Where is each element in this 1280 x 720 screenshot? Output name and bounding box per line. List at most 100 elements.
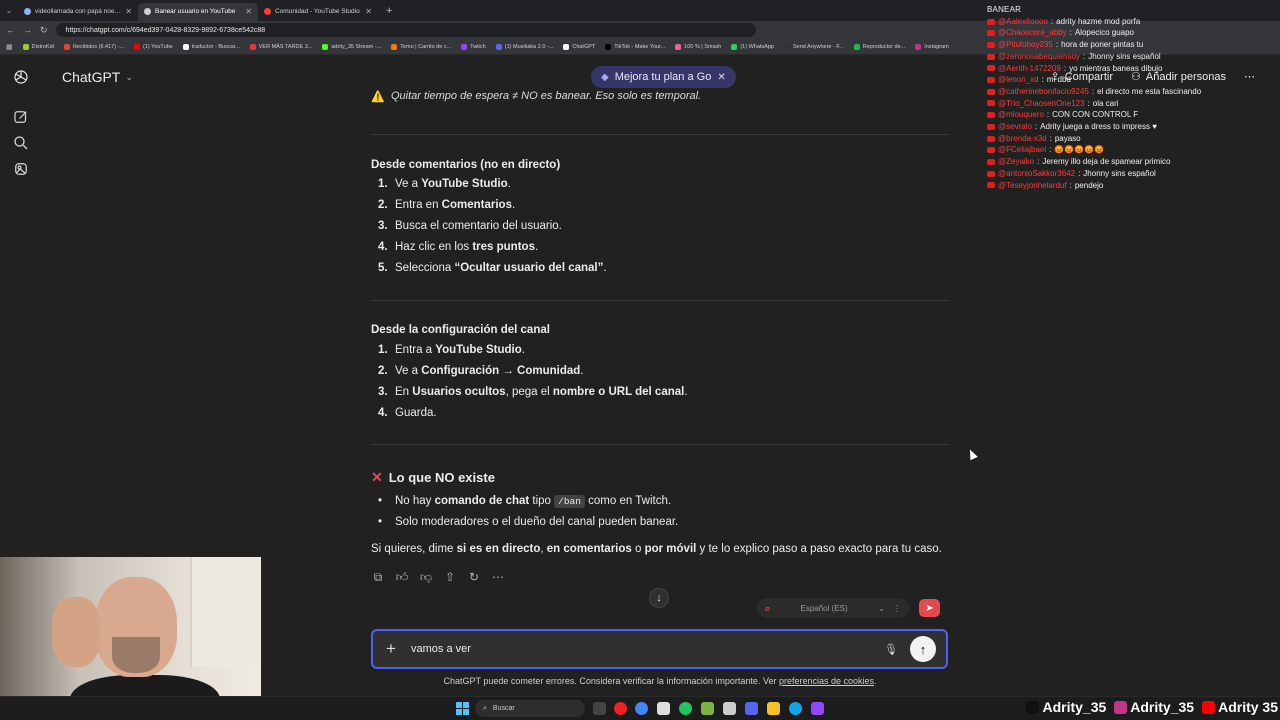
bookmark-item[interactable]: 100 % | Smash [675, 43, 722, 50]
bookmark-item[interactable]: Twitch [461, 43, 486, 50]
close-icon[interactable]: ✕ [717, 72, 725, 83]
close-icon[interactable]: ✕ [245, 7, 252, 16]
chat-message: @FCeliajbael: 😡😡😡😡😡 [987, 144, 1280, 156]
bookmark-favicon-icon [322, 43, 329, 50]
browser-tab[interactable]: videollamada con papá noel - Bus ✕ [18, 3, 138, 21]
bookmark-favicon-icon [461, 43, 468, 50]
folder-icon[interactable] [767, 702, 780, 715]
bookmark-item[interactable]: TikTok - Make Your... [605, 43, 665, 50]
bookmark-label: (1) Musikaka 2.0 -... [504, 43, 554, 50]
model-selector[interactable]: ChatGPT ⌄ [62, 69, 133, 85]
translate-send-button[interactable]: ➤ [919, 599, 940, 617]
bookmark-favicon-icon [675, 43, 682, 50]
close-icon[interactable]: ✕ [365, 7, 372, 16]
forward-icon[interactable]: → [23, 25, 32, 35]
bookmark-favicon-icon [915, 43, 922, 50]
chat-username: @lenon_xd [998, 75, 1039, 85]
opera-icon[interactable] [614, 702, 627, 715]
edge-icon[interactable] [789, 702, 802, 715]
app-icon[interactable] [701, 702, 714, 715]
bookmark-item[interactable]: Send Anywhere - F... [783, 43, 844, 50]
browser-tab[interactable]: Comunidad - YouTube Studio ✕ [258, 3, 378, 21]
bookmark-label: adrity_35 Stream -... [331, 43, 382, 50]
bookmark-item[interactable]: adrity_35 Stream -... [322, 43, 382, 50]
bookmark-item[interactable]: Recibidos (6.417) -... [63, 43, 124, 50]
regenerate-icon[interactable]: ↻ [467, 570, 481, 585]
list-number: 5. [378, 262, 388, 274]
browser-tab[interactable]: Banear usuario en YouTube ✕ [138, 2, 258, 21]
scroll-down-button[interactable]: ↓ [649, 588, 669, 608]
reload-icon[interactable]: ↻ [40, 25, 48, 36]
bookmark-label: 100 % | Smash [684, 43, 722, 50]
message-input[interactable]: vamos a ver [411, 643, 872, 655]
list-text-bold: Configuración → Comunidad [421, 365, 581, 377]
social-label: Adrity 35 [1218, 699, 1278, 715]
microphone-icon[interactable]: 🎙︎ [884, 643, 898, 656]
bookmark-item[interactable]: traductor - Buscar... [182, 43, 240, 50]
bookmark-label: VER MÁS TARDE 3... [258, 43, 313, 50]
bookmark-item[interactable]: VER MÁS TARDE 3... [249, 43, 313, 50]
app-icon[interactable] [811, 702, 824, 715]
openai-logo-icon[interactable] [12, 68, 30, 86]
app-icon[interactable] [679, 702, 692, 715]
chat-separator: : [1087, 98, 1090, 108]
chat-separator: : [1063, 63, 1067, 73]
bookmark-item[interactable]: Reproductor de... [853, 43, 905, 50]
more-icon[interactable]: ⋯ [491, 570, 505, 585]
youtube-icon [987, 135, 995, 142]
app-icon[interactable] [723, 702, 736, 715]
thumbs-up-icon[interactable]: 👍︎ [395, 570, 409, 585]
new-tab-button[interactable]: + [378, 5, 400, 17]
more-icon[interactable]: ⋮ [893, 604, 901, 613]
share-icon[interactable]: ⇧ [443, 570, 457, 585]
copy-icon[interactable]: ⧉ [371, 570, 385, 585]
bookmark-item[interactable]: Instagram [915, 43, 949, 50]
upgrade-banner[interactable]: ◆ Mejora tu plan a Go ✕ [591, 66, 736, 88]
mic-off-icon[interactable]: ⌀ [765, 604, 770, 613]
chat-message: @brenda-x3d: payaso [987, 133, 1280, 145]
tab-title: Comunidad - YouTube Studio [275, 8, 360, 15]
list-text-bold: Usuarios ocultos [412, 386, 506, 398]
plus-icon[interactable]: + [383, 639, 399, 659]
composer: + vamos a ver 🎙︎ ↑ [371, 629, 948, 669]
task-view-icon[interactable] [593, 702, 606, 715]
tabs: videollamada con papá noel - Bus✕Banear … [18, 1, 378, 21]
chat-username: @Trio_ChaosenOne123 [998, 98, 1085, 108]
list-item: 3. En Usuarios ocultos, pega el nombre o … [378, 386, 688, 398]
search-icon[interactable] [12, 134, 30, 152]
list-item: 1. Ve a YouTube Studio. [378, 178, 511, 190]
close-icon[interactable]: ✕ [125, 7, 132, 16]
language-select[interactable]: Español (ES) [778, 604, 870, 613]
tab-search-icon[interactable]: ⌄ [0, 6, 18, 15]
list-number: 2. [378, 199, 388, 211]
list-text: . [603, 262, 607, 274]
bookmark-item[interactable]: (1) YouTube [134, 43, 173, 50]
cookie-preferences-link[interactable]: preferencias de cookies [779, 676, 874, 686]
bookmark-item[interactable]: DistroKid [22, 43, 54, 50]
list-text-bold: YouTube Studio [421, 178, 508, 190]
chat-text: payaso [1054, 133, 1081, 143]
translate-widget[interactable]: ⌀ Español (ES) ⌄ ⋮ [757, 598, 909, 618]
youtube-icon [987, 53, 995, 60]
bookmark-item[interactable]: (1) WhatsApp [731, 43, 774, 50]
discord-icon[interactable] [745, 702, 758, 715]
list-text: Guarda. [395, 407, 437, 419]
bookmark-item[interactable]: ChatGPT [563, 43, 595, 50]
taskbar-search-label: Buscar [492, 705, 515, 712]
chat-text: el directo me esta fascinando [1097, 86, 1202, 96]
apps-icon[interactable]: ▦ [6, 43, 13, 51]
file-icon[interactable] [657, 702, 670, 715]
back-icon[interactable]: ← [6, 25, 15, 35]
thumbs-down-icon[interactable]: 👎︎ [419, 570, 433, 585]
bookmark-item[interactable]: Temu | Carrito de c... [391, 43, 451, 50]
list-text: Haz clic en los [395, 241, 473, 253]
new-chat-icon[interactable] [12, 108, 30, 126]
chrome-icon[interactable] [635, 702, 648, 715]
url-field[interactable]: https://chatgpt.com/c/694ed397-0428-8329… [55, 23, 756, 37]
start-icon[interactable] [456, 702, 469, 715]
bookmark-item[interactable]: (1) Musikaka 2.0 -... [495, 43, 554, 50]
library-icon[interactable] [12, 160, 30, 178]
taskbar-search[interactable]: ⌕ Buscar [475, 700, 585, 717]
list-number: 2. [378, 365, 388, 377]
send-button[interactable]: ↑ [910, 636, 936, 662]
